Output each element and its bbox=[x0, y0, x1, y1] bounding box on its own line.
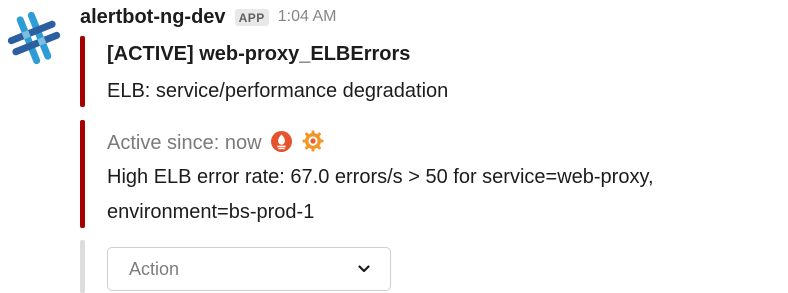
slack-hash-logo-icon[interactable] bbox=[6, 10, 62, 66]
prometheus-icon bbox=[271, 131, 293, 158]
action-select-label: Action bbox=[129, 258, 180, 279]
message-header: alertbot-ng-dev APP 1:04 AM bbox=[80, 2, 336, 32]
actions-color-bar bbox=[80, 240, 85, 293]
alert-description-line-1: High ELB error rate: 67.0 errors/s > 50 … bbox=[107, 166, 654, 188]
alert-description-line-2: environment=bs-prod-1 bbox=[107, 201, 315, 223]
chevron-down-icon[interactable] bbox=[358, 260, 370, 278]
alert-message: alertbot-ng-dev APP 1:04 AM [ACTIVE] web… bbox=[0, 0, 788, 293]
grafana-icon bbox=[302, 130, 324, 158]
app-badge: APP bbox=[234, 8, 269, 26]
timestamp[interactable]: 1:04 AM bbox=[278, 8, 337, 26]
active-since-row: Active since: now bbox=[107, 130, 324, 158]
sender-name[interactable]: alertbot-ng-dev bbox=[80, 6, 226, 29]
active-since-text: Active since: now bbox=[107, 132, 262, 154]
attachment-1-color-bar bbox=[80, 36, 85, 107]
action-select[interactable]: Action bbox=[107, 247, 391, 291]
attachment-2-color-bar bbox=[80, 120, 85, 228]
alert-title: [ACTIVE] web-proxy_ELBErrors bbox=[107, 43, 411, 65]
alert-summary: ELB: service/performance degradation bbox=[107, 80, 449, 102]
